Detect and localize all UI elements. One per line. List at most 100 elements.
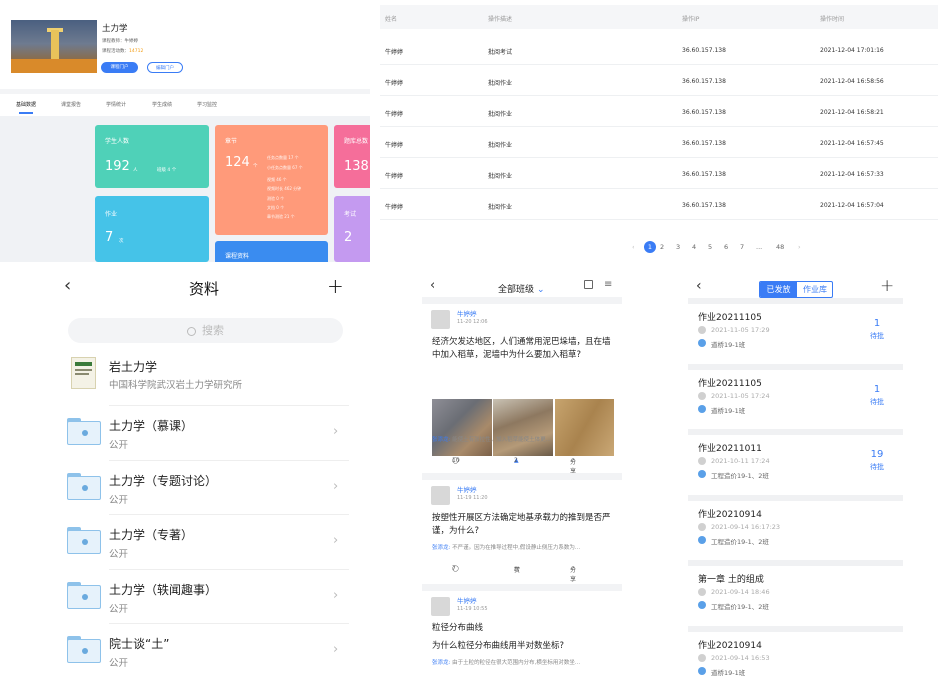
- tab-homework-bank[interactable]: 作业库: [797, 282, 832, 297]
- post-photo[interactable]: [555, 399, 614, 456]
- students-card[interactable]: 学生人数 192 人 班级 4 个: [95, 125, 209, 188]
- tab-class-report[interactable]: 课堂报告: [61, 101, 81, 108]
- table-cell: 批阅作业: [488, 111, 513, 118]
- homework-class: 工程造价19-1、2班: [711, 472, 769, 480]
- page-link[interactable]: 2: [660, 243, 664, 251]
- discussion-post[interactable]: 牛婷婷 11-19 11:20 按塑性开展区方法确定地基承载力的推到是否严谨，为…: [422, 480, 622, 584]
- tab-learning-stats[interactable]: 学情统计: [106, 101, 126, 108]
- add-icon[interactable]: +: [880, 276, 894, 296]
- search-input[interactable]: 搜索: [68, 318, 343, 343]
- chevron-right-icon: ›: [333, 533, 339, 548]
- page-link[interactable]: 3: [676, 243, 680, 251]
- next-page-icon[interactable]: ›: [798, 243, 801, 251]
- question-bank-card[interactable]: 题库总数 138: [334, 125, 370, 188]
- homework-item[interactable]: 作业20210914 2021-09-14 16:17:23 工程造价19-1、2班: [688, 500, 903, 560]
- class-icon: [698, 666, 706, 675]
- folder-visibility: 公开: [109, 549, 129, 560]
- back-icon[interactable]: ‹: [64, 275, 71, 296]
- homework-item[interactable]: 作业20211105 2021-11-05 17:29 道桥19-1班 1 待批: [688, 304, 903, 363]
- list-item[interactable]: 岩土力学 中国科学院武汉岩土力学研究所: [0, 351, 370, 406]
- table-cell: 36.60.157.138: [682, 78, 726, 85]
- folder-visibility: 公开: [109, 658, 129, 669]
- course-portal-button[interactable]: 课程门户: [101, 62, 138, 73]
- homework-class: 道桥19-1班: [711, 406, 746, 415]
- page-link[interactable]: 6: [724, 243, 728, 251]
- edit-icon[interactable]: [584, 280, 593, 289]
- homework-card[interactable]: 作业 7 次: [95, 196, 209, 262]
- tab-published[interactable]: 已发放: [760, 282, 797, 297]
- homework-count: 7: [105, 230, 114, 245]
- folder-visibility: 公开: [109, 494, 129, 506]
- clock-icon: [698, 522, 706, 531]
- pending-label[interactable]: 待批: [862, 462, 892, 472]
- chevron-right-icon: ›: [333, 587, 339, 603]
- table-cell: 牛婷婷: [385, 111, 404, 118]
- list-item[interactable]: 土力学（专题讨论） 公开 ›: [0, 461, 370, 516]
- discussion-post[interactable]: 牛婷婷 11-19 10:55 粒径分布曲线 为什么粒径分布曲线用半对数坐标? …: [422, 591, 622, 695]
- folder-name: 土力学（专著）: [109, 528, 194, 542]
- tab-student-scores[interactable]: 学生成绩: [152, 101, 172, 108]
- exam-card[interactable]: 考试 2: [334, 196, 370, 262]
- tab-learning-monitor[interactable]: 学习监控: [197, 101, 217, 108]
- back-icon[interactable]: ‹: [430, 278, 435, 293]
- tab-basic-data[interactable]: 基础数据: [16, 101, 36, 108]
- page-link[interactable]: 48: [776, 243, 784, 251]
- avatar: [431, 486, 450, 505]
- table-cell: 批阅作业: [488, 204, 513, 211]
- back-icon[interactable]: ‹: [696, 278, 702, 294]
- chapters-count: 124: [225, 155, 250, 170]
- list-item[interactable]: 土力学（慕课） 公开 ›: [0, 406, 370, 461]
- resources-panel: ‹ 资料 + 搜索 岩土力学 中国科学院武汉岩土力学研究所 土力学（慕课） 公开 ›…: [0, 268, 370, 695]
- page-link[interactable]: 4: [692, 243, 696, 251]
- chapters-card[interactable]: 章节 124 个 任务点数量 17 个 小任务点数量 67 个 视频 46 个 …: [215, 125, 328, 235]
- folder-name: 土力学（轶闻趣事）: [109, 582, 218, 597]
- homework-date: 2021-09-14 18:46: [711, 588, 770, 596]
- students-count: 192: [105, 159, 130, 174]
- table-cell: 2021-12-04 16:58:56: [820, 78, 884, 85]
- folder-visibility: 公开: [109, 603, 129, 615]
- homework-date: 2021-11-05 17:24: [711, 391, 770, 400]
- folder-icon: [67, 581, 101, 609]
- table-cell: 2021-12-04 16:58:21: [820, 109, 884, 116]
- chevron-right-icon: ›: [333, 642, 339, 657]
- page-link[interactable]: 1: [644, 241, 656, 253]
- prev-page-icon[interactable]: ‹: [632, 243, 635, 251]
- avatar: [431, 310, 450, 329]
- post-photo[interactable]: [432, 399, 492, 456]
- page-link[interactable]: ...: [756, 243, 762, 251]
- add-icon[interactable]: +: [327, 274, 344, 298]
- folder-icon: [67, 418, 101, 445]
- homework-item[interactable]: 第一章 土的组成 2021-09-14 18:46 工程造价19-1、2班: [688, 566, 903, 625]
- resource-card[interactable]: 课程资料: [215, 241, 328, 262]
- list-item[interactable]: 土力学（轶闻趣事） 公开 ›: [0, 570, 370, 625]
- homework-item[interactable]: 作业20211011 2021-10-11 17:24 工程造价19-1、2班 19 待…: [688, 435, 903, 494]
- folder-name: 院士谈“土”: [109, 637, 170, 651]
- menu-icon[interactable]: ≡: [604, 279, 612, 290]
- edit-portal-button[interactable]: 编辑门户: [147, 62, 183, 73]
- homework-item[interactable]: 作业20210914 2021-09-14 16:53 道桥19-1班: [688, 631, 903, 691]
- clock-icon: [698, 653, 706, 662]
- post-photo[interactable]: [493, 399, 553, 456]
- discussion-post[interactable]: 牛婷婷 11-20 12:06 经济欠发达地区，人们通常用泥巴垛墙，且在墙中加入…: [422, 304, 622, 475]
- class-filter-dropdown[interactable]: 全部班级 ⌄: [498, 282, 545, 295]
- table-row: 牛婷婷 批阅考试 36.60.157.138 2021-12-04 17:01:16: [380, 34, 938, 65]
- table-cell: 牛婷婷: [385, 80, 404, 87]
- book-thumb-icon: [71, 357, 96, 389]
- pending-label[interactable]: 待批: [862, 331, 892, 341]
- homework-class: 工程造价19-1、2班: [711, 603, 769, 611]
- course-teacher: 课程教师：牛婷婷: [102, 39, 138, 44]
- table-cell: 2021-12-04 16:57:04: [820, 202, 884, 209]
- page-link[interactable]: 7: [740, 243, 744, 251]
- pending-label[interactable]: 待批: [862, 397, 892, 407]
- course-cover-image: [11, 20, 97, 73]
- table-row: 牛婷婷 批阅作业 36.60.157.138 2021-12-04 16:57:33: [380, 158, 938, 189]
- table-cell: 36.60.157.138: [682, 202, 726, 209]
- list-item[interactable]: 院士谈“土” 公开 ›: [0, 624, 370, 679]
- table-cell: 36.60.157.138: [682, 47, 726, 54]
- list-item[interactable]: 土力学（专著） 公开 ›: [0, 515, 370, 570]
- page-link[interactable]: 5: [708, 243, 712, 251]
- class-icon: [698, 470, 706, 478]
- folder-name: 土力学（专题讨论）: [109, 473, 218, 488]
- homework-item[interactable]: 作业20211105 2021-11-05 17:24 道桥19-1班 1 待批: [688, 369, 903, 429]
- stats-area: 学生人数 192 人 班级 4 个 作业 7 次 章节 124 个 任务点数量 …: [0, 116, 370, 262]
